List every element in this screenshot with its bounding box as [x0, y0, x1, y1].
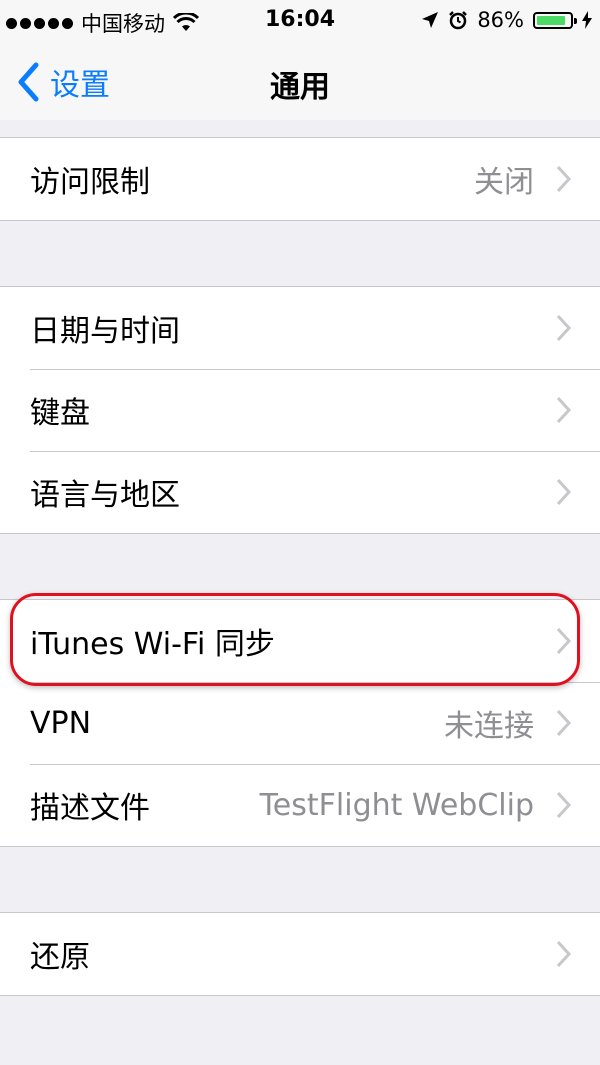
page-title: 通用 [270, 70, 330, 105]
list-item-restrictions[interactable]: 访问限制 关闭 [0, 138, 600, 220]
list-item-label: 语言与地区 [30, 478, 180, 513]
alarm-icon [449, 11, 468, 30]
list-item-language-region[interactable]: 语言与地区 [0, 451, 600, 533]
list-item-profiles[interactable]: 描述文件 TestFlight WebClip [0, 764, 600, 846]
list-item-keyboard[interactable]: 键盘 [0, 369, 600, 451]
location-arrow-icon [422, 12, 439, 28]
list-item-date-time[interactable]: 日期与时间 [0, 287, 600, 369]
chevron-right-icon [556, 791, 572, 819]
list-item-value: TestFlight WebClip [259, 787, 534, 823]
battery-icon [533, 11, 577, 29]
settings-group-reset: 还原 [0, 912, 600, 996]
list-item-vpn[interactable]: VPN 未连接 [0, 682, 600, 764]
navigation-bar: 设置 通用 [0, 40, 600, 120]
highlight-annotation [10, 593, 580, 686]
chevron-right-icon [556, 396, 572, 424]
settings-group-restrictions: 访问限制 关闭 [0, 137, 600, 221]
chevron-right-icon [556, 709, 572, 737]
chevron-right-icon [556, 940, 572, 968]
list-item-label: VPN [30, 705, 92, 741]
chevron-right-icon [556, 165, 572, 193]
settings-group-datetime: 日期与时间 键盘 语言与地区 [0, 286, 600, 534]
chevron-right-icon [556, 478, 572, 506]
battery-level [537, 15, 565, 25]
list-item-label: 日期与时间 [30, 314, 180, 349]
status-right: 86% [421, 8, 592, 32]
status-bar: 中国移动 16:04 86% [0, 0, 600, 40]
charging-bolt-icon [582, 11, 592, 29]
chevron-right-icon [556, 314, 572, 342]
list-item-value: 未连接 [444, 709, 534, 744]
list-item-value: 关闭 [474, 165, 534, 200]
list-item-label: 访问限制 [30, 165, 150, 200]
battery-percent: 86% [477, 8, 524, 32]
list-item-label: 描述文件 [30, 791, 150, 826]
list-item-label: 还原 [30, 940, 90, 975]
list-item-label: 键盘 [30, 396, 90, 431]
list-item-reset[interactable]: 还原 [0, 913, 600, 995]
